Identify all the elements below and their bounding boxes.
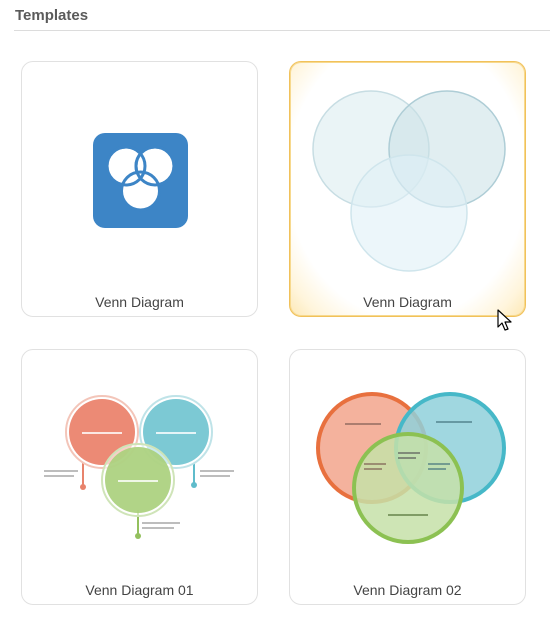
template-label: Venn Diagram 01 (85, 582, 194, 598)
venn-02-thumbnail (316, 392, 506, 544)
template-card-venn-diagram-01[interactable]: Venn Diagram 01 (21, 349, 258, 605)
venn-app-icon (93, 133, 188, 228)
mouse-pointer-icon (497, 309, 512, 331)
template-label: Venn Diagram (363, 294, 452, 310)
template-card-venn-diagram-selected[interactable]: Venn Diagram (289, 61, 526, 317)
template-label: Venn Diagram (95, 294, 184, 310)
template-card-venn-diagram-02[interactable]: Venn Diagram 02 (289, 349, 526, 605)
template-card-venn-diagram[interactable]: Venn Diagram (21, 61, 258, 317)
section-divider (14, 30, 550, 31)
section-title: Templates (15, 7, 89, 24)
template-label: Venn Diagram 02 (353, 582, 462, 598)
venn-light-thumbnail (312, 90, 506, 272)
venn-01-thumbnail (44, 395, 234, 539)
